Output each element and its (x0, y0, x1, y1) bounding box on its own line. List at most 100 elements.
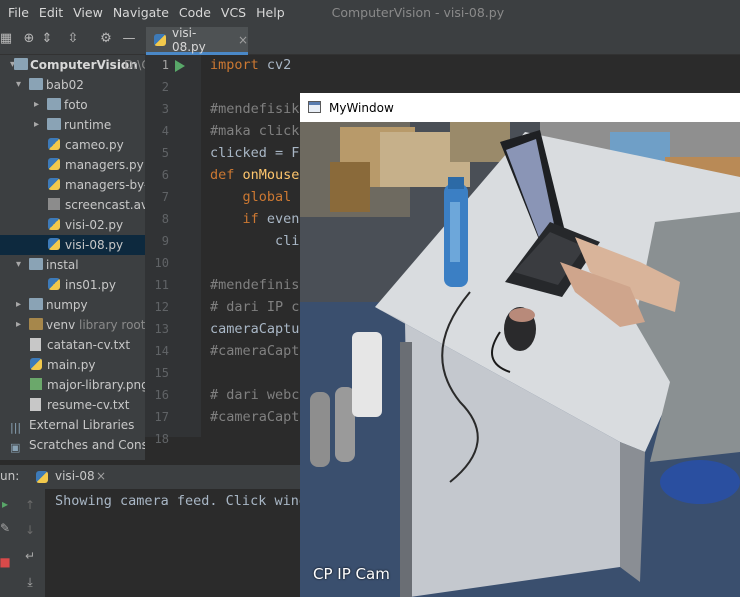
python-file-icon (48, 178, 60, 190)
line-number: 11 (154, 278, 169, 292)
tree-item-screencast-avi[interactable]: screencast.avi (0, 195, 145, 215)
tree-item-major-library-png[interactable]: major-library.png (0, 375, 145, 395)
chevron-right-icon[interactable]: ▸ (34, 95, 39, 115)
line-number: 12 (154, 300, 169, 314)
tree-item-label: resume-cv.txt (47, 398, 130, 412)
run-config-tab[interactable]: visi-08 (55, 469, 95, 483)
tree-item-scratches-and-consoles[interactable]: ▣ Scratches and Consoles (0, 435, 145, 455)
tree-item-label: cameo.py (65, 138, 124, 152)
tree-item-venv[interactable]: ▸ venv library root (0, 315, 145, 335)
tree-item-foto[interactable]: ▸ foto (0, 95, 145, 115)
line-number: 6 (161, 168, 169, 182)
chevron-right-icon[interactable]: ▸ (16, 315, 21, 335)
code-line: if event (210, 211, 308, 227)
menu-view[interactable]: View (68, 5, 108, 20)
code-token: def (210, 167, 243, 183)
tree-item-label: managers-by-r (65, 178, 145, 192)
line-number: 8 (161, 212, 169, 226)
code-line: clicked = F (210, 145, 299, 161)
tree-item-managers-by-r[interactable]: managers-by-r (0, 175, 145, 195)
python-file-icon (36, 471, 48, 483)
chevron-right-icon[interactable]: ▸ (16, 295, 21, 315)
tree-item-external-libraries[interactable]: ||| External Libraries (0, 415, 145, 435)
code-token: #cameraCapt (210, 343, 300, 359)
line-number: 5 (161, 146, 169, 160)
code-token: onMouse (242, 167, 300, 183)
opencv-window[interactable]: MyWindow CP IP Cam (300, 93, 740, 597)
camera-frame-image (300, 122, 740, 597)
tree-item-label: numpy (46, 298, 88, 312)
tree-item-resume-cv-txt[interactable]: resume-cv.txt (0, 395, 145, 415)
tree-item-managers-py[interactable]: managers.py (0, 155, 145, 175)
text-file-icon (30, 338, 41, 351)
line-number: 14 (154, 344, 169, 358)
line-number: 1 (161, 58, 169, 72)
locate-file-icon[interactable]: ⊕ (19, 29, 39, 49)
tree-item-numpy[interactable]: ▸ numpy (0, 295, 145, 315)
tree-item-label: foto (64, 98, 88, 112)
tree-item-bab02[interactable]: ▾ bab02 (0, 75, 145, 95)
tree-item-cameo-py[interactable]: cameo.py (0, 135, 145, 155)
minimize-panel-icon[interactable]: — (119, 29, 139, 49)
image-file-icon (30, 378, 42, 390)
chevron-down-icon[interactable]: ▾ (16, 75, 21, 95)
folder-icon (29, 78, 43, 90)
code-line: #cameraCapt (210, 343, 299, 359)
folder-icon (29, 258, 43, 270)
rerun-icon[interactable]: ▸ (0, 497, 12, 511)
tree-item-catatan-cv-txt[interactable]: catatan-cv.txt (0, 335, 145, 355)
code-token: # dari webc (210, 387, 300, 403)
tree-item-main-py[interactable]: main.py (0, 355, 145, 375)
library-icon: ||| (10, 421, 22, 434)
chevron-right-icon[interactable]: ▸ (34, 115, 39, 135)
tree-item-visi-02-py[interactable]: visi-02.py (0, 215, 145, 235)
python-file-icon (48, 138, 60, 150)
gear-icon[interactable]: ⚙ (96, 29, 116, 49)
stop-icon[interactable]: ■ (0, 555, 12, 569)
toolbar-row: ▦ ⊕ ⇕ ⇳ ⚙ — visi-08.py × (0, 24, 740, 55)
python-file-icon (48, 158, 60, 170)
project-view-icon[interactable]: ▦ (0, 29, 16, 49)
expand-all-icon[interactable]: ⇕ (37, 29, 57, 49)
tree-item-label: External Libraries (29, 418, 135, 432)
soft-wrap-icon[interactable]: ↵ (23, 549, 37, 563)
arrow-up-icon[interactable]: ↑ (23, 498, 37, 512)
menu-help[interactable]: Help (251, 5, 290, 20)
wrench-icon[interactable]: ✎ (0, 521, 12, 535)
camera-feed[interactable]: CP IP Cam (300, 122, 740, 597)
menu-navigate[interactable]: Navigate (108, 5, 174, 20)
tree-item-label: Scratches and Consoles (29, 438, 145, 452)
line-number: 16 (154, 388, 169, 402)
tree-item-instal[interactable]: ▾ instal (0, 255, 145, 275)
tab-visi-08[interactable]: visi-08.py × (146, 26, 248, 55)
pycharm-ide: File Edit View Navigate Code VCS Help ComputerV… (0, 0, 740, 597)
close-run-tab-icon[interactable]: × (96, 469, 106, 483)
menu-edit[interactable]: Edit (34, 5, 68, 20)
collapse-all-icon[interactable]: ⇳ (63, 29, 83, 49)
opencv-title-bar[interactable]: MyWindow (300, 93, 740, 122)
tree-item-runtime[interactable]: ▸ runtime (0, 115, 145, 135)
run-gutter-icon[interactable] (175, 60, 185, 72)
video-file-icon (48, 198, 60, 210)
tree-root[interactable]: ▾ ComputerVision D:\C (0, 55, 145, 75)
python-file-icon (30, 358, 42, 370)
python-file-icon (48, 278, 60, 290)
close-tab-icon[interactable]: × (238, 33, 248, 47)
chevron-down-icon[interactable]: ▾ (16, 255, 21, 275)
tree-item-ins01-py[interactable]: ins01.py (0, 275, 145, 295)
tree-item-label: runtime (64, 118, 112, 132)
menu-code[interactable]: Code (174, 5, 216, 20)
arrow-down-icon[interactable]: ↓ (23, 523, 37, 537)
code-line: # dari webc (210, 387, 299, 403)
root-label: ComputerVision (30, 58, 138, 72)
line-number: 17 (154, 410, 169, 424)
code-line: import cv2 (210, 57, 291, 73)
tree-item-visi-08-py[interactable]: visi-08.py (0, 235, 145, 255)
window-title: ComputerVision - visi-08.py (331, 4, 505, 20)
menu-vcs[interactable]: VCS (216, 5, 251, 20)
tree-item-label: screencast.avi (65, 198, 145, 212)
menu-file[interactable]: File (0, 5, 34, 20)
tree-item-label: catatan-cv.txt (47, 338, 131, 352)
scroll-to-end-icon[interactable]: ⤓ (23, 575, 37, 589)
